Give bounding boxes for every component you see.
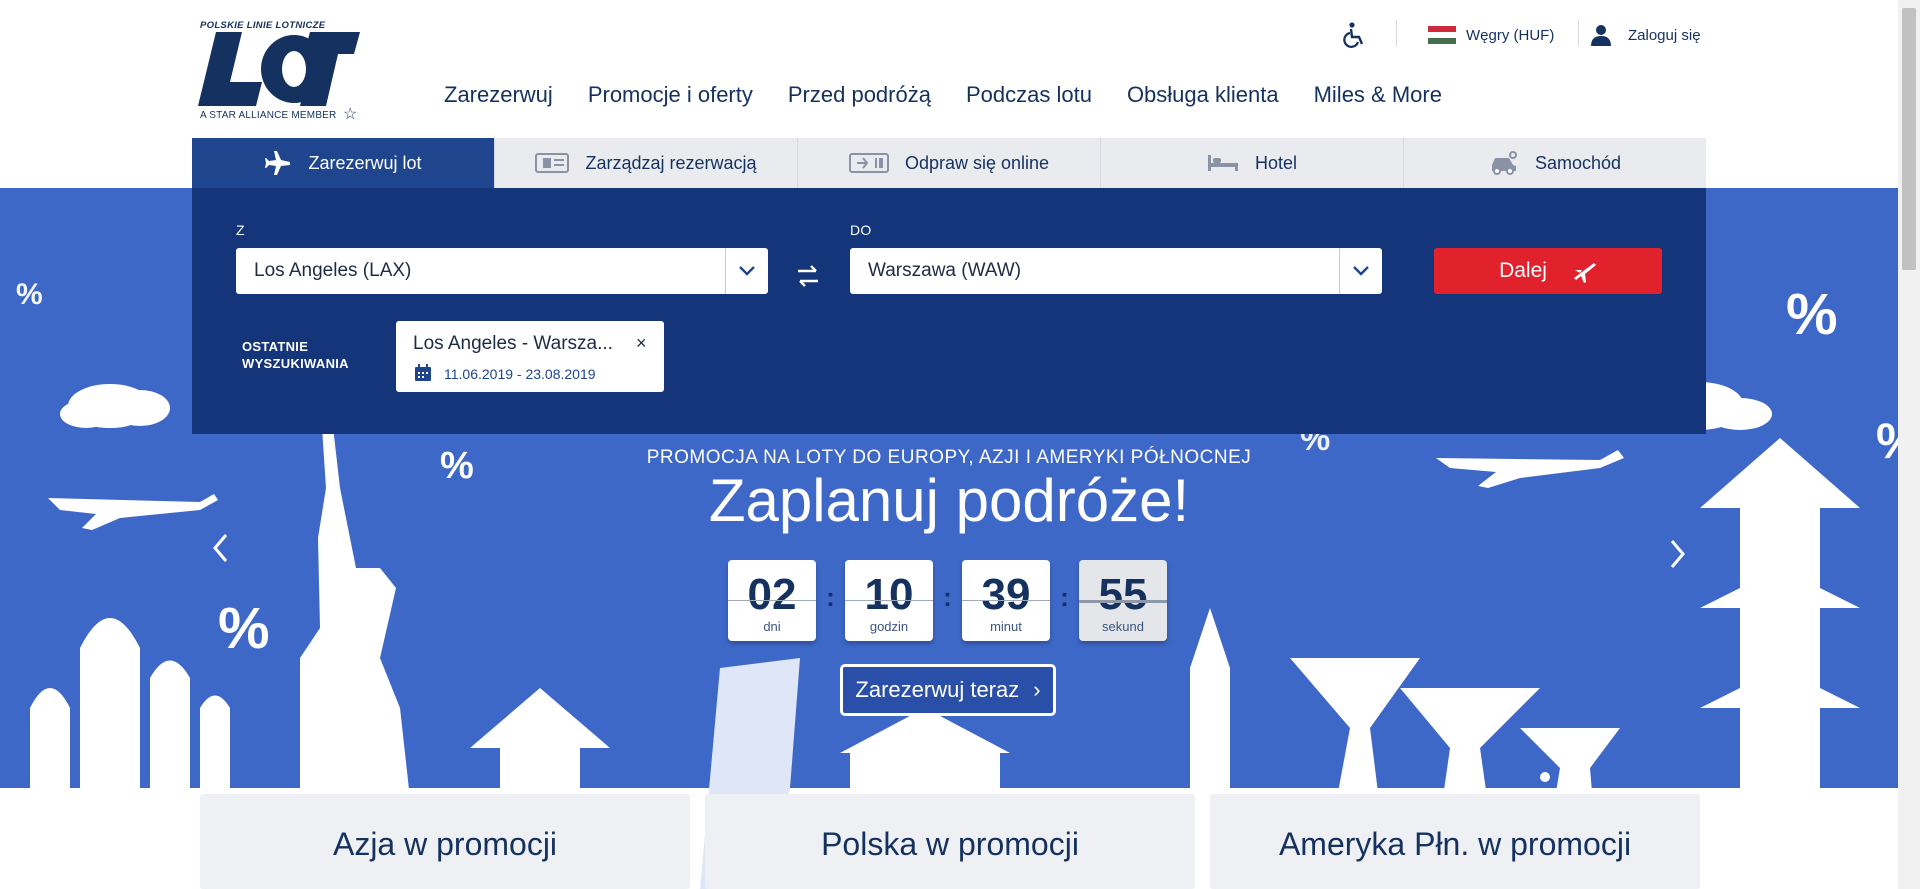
countdown-separator: :	[826, 582, 835, 612]
swap-icon[interactable]	[792, 260, 824, 292]
countdown-days: 02 dni	[728, 560, 816, 641]
tab-label: Zarezerwuj lot	[308, 152, 422, 173]
tab-manage-booking[interactable]: Zarządzaj rezerwacją	[495, 138, 798, 188]
from-field[interactable]: Los Angeles (LAX)	[236, 248, 768, 294]
lot-logo-mark	[198, 32, 360, 106]
book-now-label: Zarezerwuj teraz	[855, 677, 1020, 702]
ticket-icon	[535, 152, 570, 174]
tab-label: Hotel	[1254, 152, 1298, 173]
to-field[interactable]: Warszawa (WAW)	[850, 248, 1382, 294]
from-label: Z	[236, 222, 245, 238]
tab-label: Odpraw się online	[904, 152, 1050, 173]
login-link[interactable]: Zaloguj się	[1590, 18, 1701, 52]
star-alliance-text: A STAR ALLIANCE MEMBER	[200, 110, 337, 121]
carousel-dots	[1540, 772, 1556, 782]
to-label: DO	[850, 222, 872, 238]
divider	[1396, 20, 1397, 46]
divider	[1578, 20, 1579, 46]
carousel-dot[interactable]	[1540, 772, 1550, 782]
countdown-hours: 10 godzin	[845, 560, 933, 641]
accessibility-button[interactable]	[1338, 18, 1372, 52]
promo-card-label: Polska w promocji	[821, 826, 1079, 862]
tab-check-in[interactable]: Odpraw się online	[798, 138, 1101, 188]
nav-item-miles-more[interactable]: Miles & More	[1314, 82, 1442, 108]
countdown-separator: :	[1060, 582, 1069, 612]
carousel-prev-icon[interactable]	[210, 532, 232, 564]
country-label: Węgry (HUF)	[1466, 26, 1555, 44]
book-now-button[interactable]: Zarezerwuj teraz ›	[840, 664, 1056, 716]
nav-item-podczas-lotu[interactable]: Podczas lotu	[966, 82, 1092, 108]
promo-card-label: Ameryka Płn. w promocji	[1278, 826, 1632, 862]
plane-icon	[264, 149, 292, 177]
countdown-minutes: 39 minut	[962, 560, 1050, 641]
close-icon[interactable]: ×	[636, 333, 647, 354]
booking-panel	[192, 188, 1706, 434]
chevron-down-icon[interactable]	[1339, 248, 1382, 294]
plane-takeoff-icon	[1571, 258, 1597, 284]
nav-item-obsluga-klienta[interactable]: Obsługa klienta	[1127, 82, 1279, 108]
tab-car[interactable]: Samochód	[1404, 138, 1706, 188]
countdown-seconds: 55 sekund	[1079, 560, 1167, 641]
nav-item-przed-podroza[interactable]: Przed podróżą	[788, 82, 931, 108]
main-navigation: Zarezerwuj Promocje i oferty Przed podró…	[444, 82, 1477, 108]
to-value: Warszawa (WAW)	[868, 260, 1022, 281]
promo-title: Zaplanuj podróże!	[708, 467, 1190, 534]
hungary-flag-icon	[1428, 26, 1456, 44]
recent-searches-label: OSTATNIE WYSZUKIWANIA	[242, 339, 349, 371]
user-icon	[1591, 25, 1611, 46]
recent-route: Los Angeles - Warsza...	[413, 333, 613, 354]
from-value: Los Angeles (LAX)	[254, 260, 412, 281]
tab-book-flight[interactable]: Zarezerwuj lot	[192, 138, 495, 188]
promo-cards: Azja w promocji Polska w promocji Ameryk…	[200, 794, 1700, 889]
search-button-label: Dalej	[1499, 259, 1547, 282]
promo-card-poland[interactable]: Polska w promocji	[705, 794, 1195, 889]
promo-card-north-america[interactable]: Ameryka Płn. w promocji	[1210, 794, 1700, 889]
carousel-next-icon[interactable]	[1666, 538, 1688, 570]
wheelchair-icon	[1343, 22, 1364, 48]
search-button[interactable]: Dalej	[1434, 248, 1662, 294]
lot-logo[interactable]: POLSKIE LINIE LOTNICZE A STAR ALLIANCE M…	[198, 18, 368, 128]
svg-text:%: %	[218, 596, 270, 661]
nav-item-promocje[interactable]: Promocje i oferty	[588, 82, 753, 108]
page: % % % % % % % %	[0, 0, 1920, 889]
star-alliance-icon: ☆	[343, 106, 358, 123]
promo-card-asia[interactable]: Azja w promocji	[200, 794, 690, 889]
svg-text:%: %	[1786, 282, 1838, 347]
chevron-right-icon: ›	[1033, 677, 1041, 702]
recent-search-card[interactable]: Los Angeles - Warsza... × 11.06.2019 - 2…	[396, 321, 664, 392]
tab-hotel[interactable]: Hotel	[1101, 138, 1404, 188]
boarding-pass-icon	[848, 152, 889, 174]
promo-card-label: Azja w promocji	[332, 826, 558, 862]
country-selector[interactable]: Węgry (HUF)	[1428, 18, 1554, 52]
tab-label: Samochód	[1534, 152, 1622, 173]
scrollbar[interactable]	[1898, 0, 1920, 889]
countdown-separator: :	[943, 582, 952, 612]
tab-label: Zarządzaj rezerwacją	[585, 152, 757, 173]
chevron-down-icon[interactable]	[725, 248, 768, 294]
logo-tagline: POLSKIE LINIE LOTNICZE	[200, 20, 326, 31]
login-label: Zaloguj się	[1628, 26, 1701, 44]
recent-dates: 11.06.2019 - 23.08.2019	[444, 366, 596, 382]
scrollbar-thumb[interactable]	[1902, 8, 1916, 270]
countdown-timer: 02 dni : 10 godzin : 39 minut : 55 sekun…	[728, 560, 1167, 641]
site-header: POLSKIE LINIE LOTNICZE A STAR ALLIANCE M…	[0, 0, 1898, 138]
bed-icon	[1207, 153, 1239, 173]
booking-tabs: Zarezerwuj lot Zarządzaj rezerwacją Odpr…	[192, 138, 1706, 188]
car-icon	[1489, 151, 1519, 175]
svg-text:%: %	[16, 278, 43, 311]
calendar-icon	[415, 364, 431, 381]
nav-item-zarezerwuj[interactable]: Zarezerwuj	[444, 82, 553, 108]
